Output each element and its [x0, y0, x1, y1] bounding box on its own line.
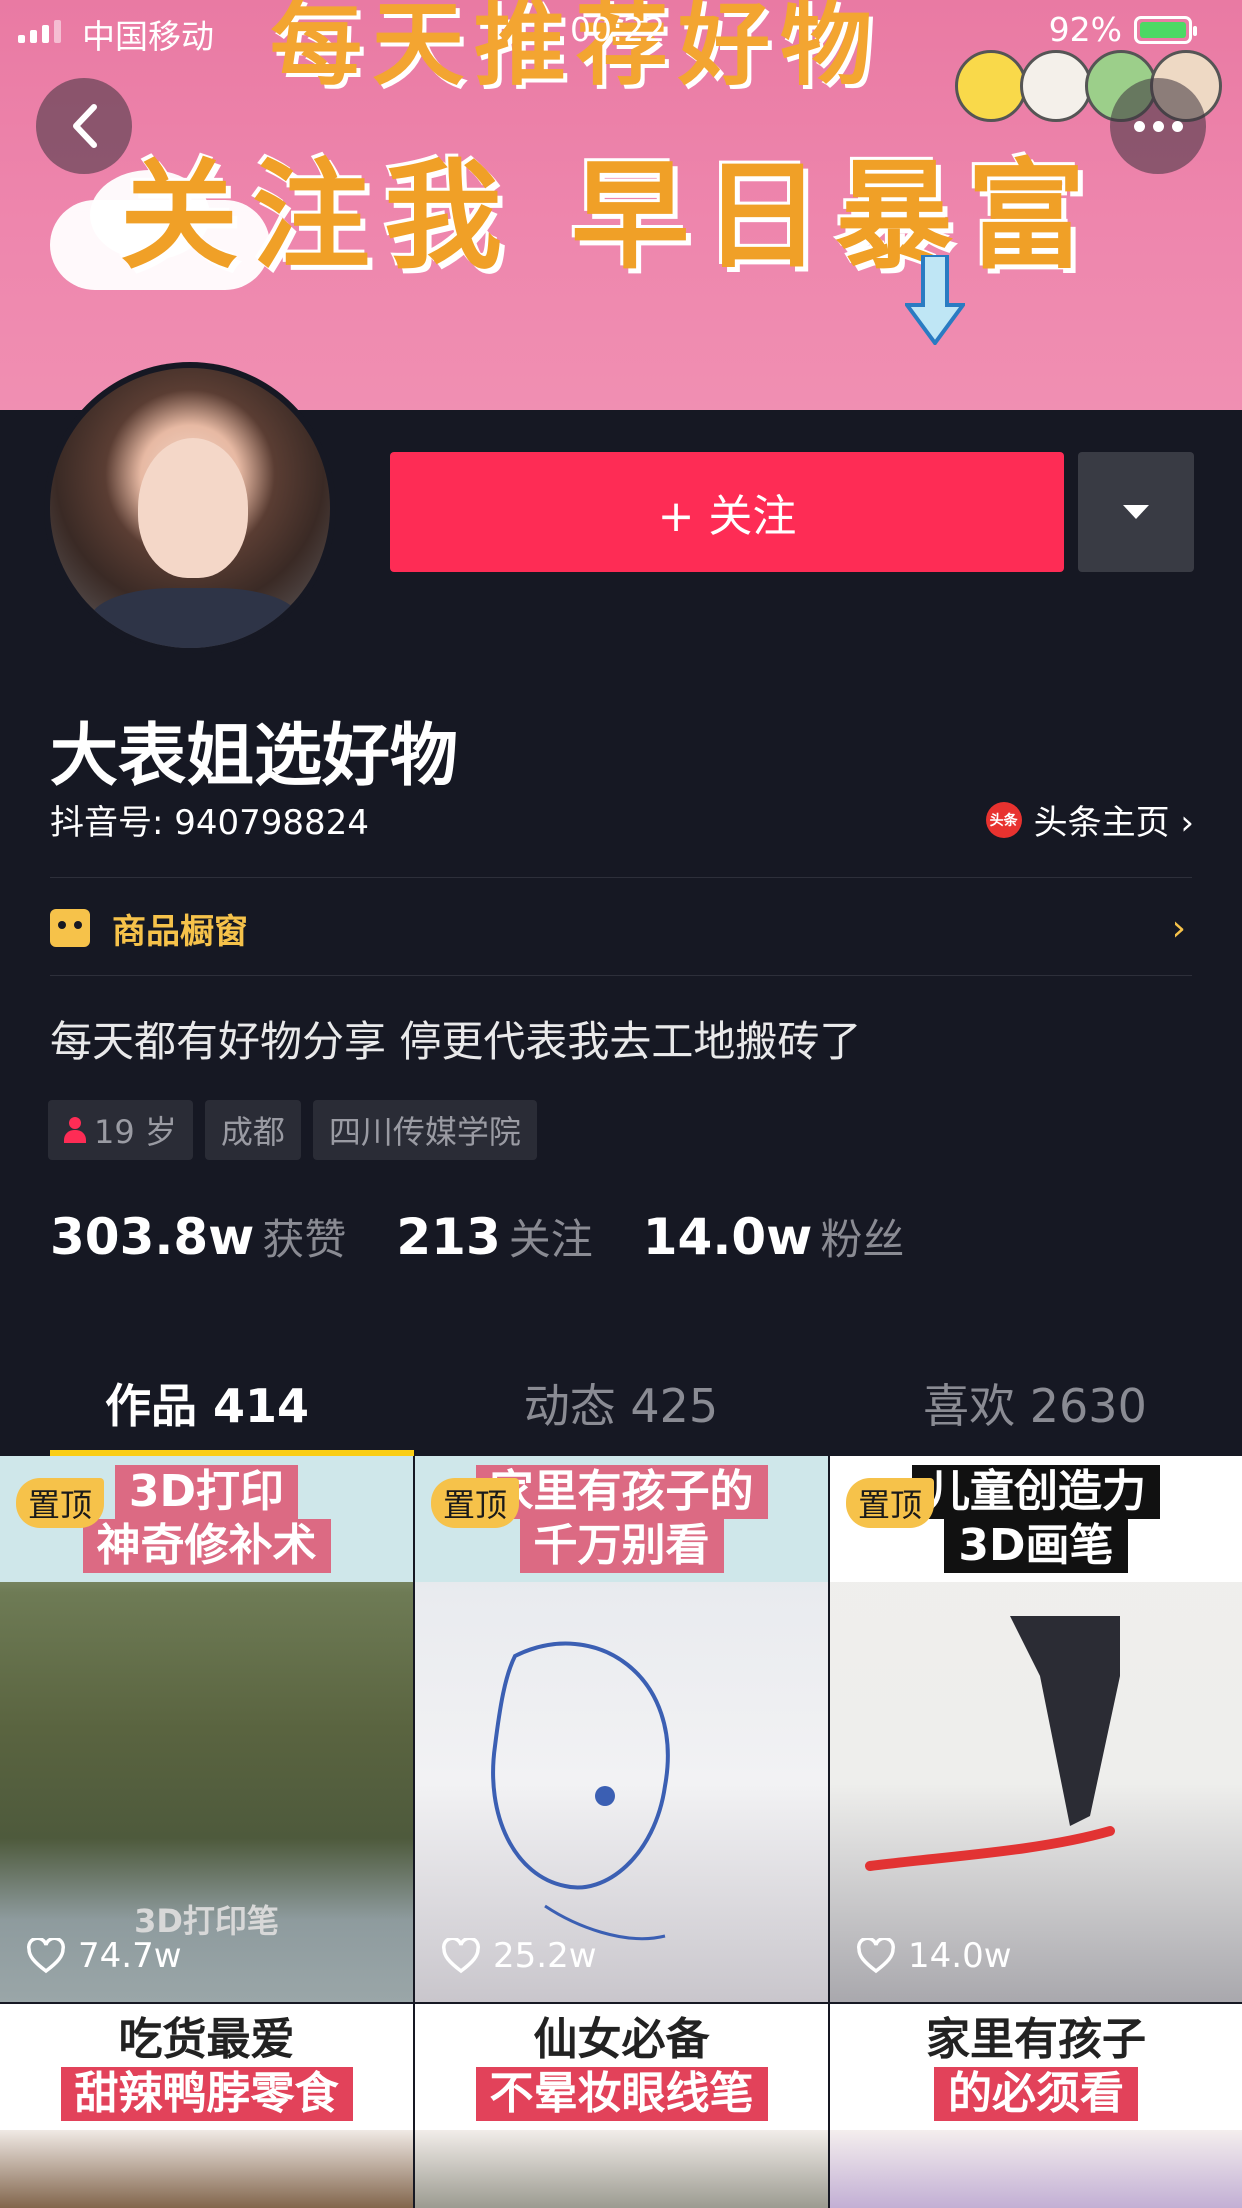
video-thumbnail[interactable]: 儿童创造力 3D画笔 置顶 14.0w	[830, 1456, 1242, 2002]
avatar-image	[50, 368, 330, 648]
followers-label[interactable]: 粉丝	[820, 1206, 904, 1267]
chevron-right-icon: ›	[1171, 907, 1186, 949]
shop-window-label: 商品橱窗	[112, 911, 248, 952]
tab-posts[interactable]: 动态 425	[414, 1350, 828, 1456]
battery-percent: 92%	[1048, 10, 1122, 49]
recommend-dropdown-button[interactable]	[1078, 452, 1194, 572]
status-bar: 中国移动 00:22 92%	[0, 0, 1242, 60]
heart-icon	[442, 1938, 480, 1974]
video-title-line: 3D画笔	[944, 1519, 1128, 1573]
drawing-sketch	[491, 1641, 670, 1941]
video-title-line: 3D打印	[114, 1465, 299, 1519]
video-title-line: 家里有孩子的	[475, 1465, 768, 1519]
following-label[interactable]: 关注	[509, 1206, 593, 1267]
toutiao-icon: 头条	[985, 801, 1022, 838]
3d-pen-illustration	[865, 1616, 1120, 1871]
pinned-badge: 置顶	[16, 1478, 105, 1528]
video-likes: 74.7w	[26, 1936, 182, 1976]
video-grid: 3D打印 神奇修补术 置顶 3D打印笔 74.7w 家里有孩子的 千万别看 置顶…	[0, 1456, 1242, 2002]
video-title-line: 家里有孩子	[926, 2014, 1146, 2065]
video-grid-row-2: 吃货最爱 甜辣鸭脖零食 仙女必备 不晕妆眼线笔 家里有孩子 的必须看	[0, 2004, 1242, 2208]
video-title-line: 儿童创造力	[912, 1465, 1160, 1519]
video-thumbnail[interactable]: 3D打印 神奇修补术 置顶 3D打印笔 74.7w	[0, 1456, 413, 2002]
heart-icon	[27, 1938, 65, 1974]
carrier-label: 中国移动	[82, 17, 214, 56]
video-likes: 14.0w	[856, 1936, 1012, 1976]
chick-sticker-icon	[955, 50, 1027, 122]
toutiao-homepage-link[interactable]: 头条 头条主页 ›	[985, 795, 1194, 844]
profile-bio: 每天都有好物分享 停更代表我去工地搬砖了	[50, 1017, 862, 1066]
pinned-badge: 置顶	[846, 1478, 935, 1528]
profile-banner: 每天推荐好物 关注我 早日暴富	[0, 0, 1242, 410]
location-tag: 成都	[204, 1100, 301, 1160]
dot-icon	[1171, 120, 1183, 132]
school-tag: 四川传媒学院	[312, 1100, 537, 1160]
back-button[interactable]	[36, 78, 132, 174]
video-title-line: 仙女必备	[533, 2014, 710, 2065]
likes-count: 303.8w	[50, 1208, 255, 1266]
video-title-line: 吃货最爱	[118, 2014, 295, 2065]
profile-name: 大表姐选好物	[50, 717, 459, 796]
video-title-line: 千万别看	[519, 1519, 724, 1573]
video-likes: 25.2w	[441, 1936, 597, 1976]
signal-icon	[18, 20, 61, 43]
shop-window-row[interactable]: 商品橱窗 ›	[50, 898, 1192, 958]
video-thumbnail[interactable]: 家里有孩子 的必须看	[830, 2004, 1242, 2208]
video-thumbnail[interactable]: 家里有孩子的 千万别看 置顶 25.2w	[415, 1456, 828, 2002]
dot-icon	[1152, 120, 1164, 132]
followers-count[interactable]: 14.0w	[643, 1208, 813, 1266]
profile-stats: 303.8w 获赞 213 关注 14.0w 粉丝	[50, 1206, 954, 1267]
likes-label: 获赞	[262, 1215, 347, 1264]
caret-down-icon	[1123, 505, 1149, 519]
video-title-line: 甜辣鸭脖零食	[60, 2067, 353, 2121]
female-person-icon	[64, 1117, 86, 1143]
follow-button[interactable]: + 关注	[390, 452, 1064, 572]
pinned-badge: 置顶	[431, 1478, 520, 1528]
chevron-left-icon	[73, 104, 97, 148]
age-tag: 19 岁	[48, 1100, 193, 1160]
more-options-button[interactable]	[1110, 78, 1206, 174]
arrow-down-icon	[905, 255, 965, 345]
dot-icon	[1133, 120, 1145, 132]
video-thumbnail[interactable]: 吃货最爱 甜辣鸭脖零食	[0, 2004, 413, 2208]
douyin-id: 抖音号: 940798824	[50, 803, 369, 843]
heart-icon	[857, 1938, 895, 1974]
shop-icon	[50, 909, 90, 947]
video-title-line: 不晕妆眼线笔	[475, 2067, 768, 2121]
video-title-line: 的必须看	[934, 2067, 1138, 2121]
avatar[interactable]	[44, 362, 336, 654]
tab-works[interactable]: 作品 414	[0, 1350, 414, 1456]
content-tabs: 作品 414 动态 425 喜欢 2630	[0, 1350, 1242, 1456]
divider	[50, 975, 1192, 976]
profile-tags: 19 岁 成都 四川传媒学院	[48, 1100, 537, 1160]
divider	[50, 877, 1192, 878]
video-thumbnail[interactable]: 仙女必备 不晕妆眼线笔	[415, 2004, 828, 2208]
battery-icon	[1134, 16, 1197, 44]
following-count[interactable]: 213	[396, 1208, 500, 1266]
toutiao-label: 头条主页 ›	[1033, 803, 1194, 843]
tab-likes[interactable]: 喜欢 2630	[828, 1350, 1242, 1456]
video-title-line: 神奇修补术	[82, 1519, 331, 1573]
chick-sticker-icon	[1020, 50, 1092, 122]
clock-label: 00:22	[570, 10, 666, 49]
